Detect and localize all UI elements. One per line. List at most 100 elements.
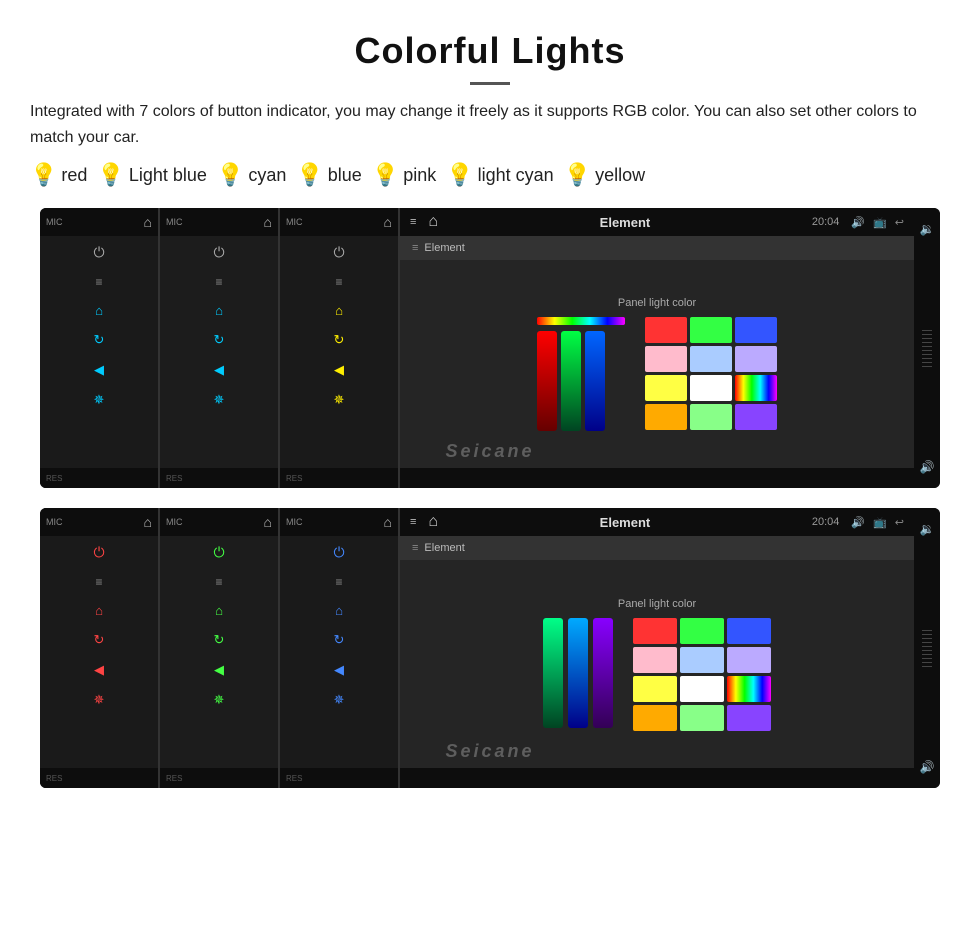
refresh-icon-b1: ↻ xyxy=(94,632,105,648)
res-label-1: RES xyxy=(46,474,62,483)
bcell-rainbow xyxy=(727,676,771,702)
time-display-top: 20:04 xyxy=(812,216,840,228)
mic-label-3: MIC xyxy=(286,217,303,227)
cell-orange xyxy=(645,404,687,430)
res-label-b1: RES xyxy=(46,774,62,783)
back-icon-3: ◀ xyxy=(334,362,344,378)
color-label-yellow: yellow xyxy=(595,165,645,186)
power-icon-b3: ⏻ xyxy=(333,544,344,561)
cell-pink-lt xyxy=(645,346,687,372)
menu-icon-3: ≡ xyxy=(335,275,342,289)
volume-panel-bottom: 🔉 🔊 xyxy=(914,508,940,788)
rotate-icon-top: ↩ xyxy=(895,216,904,229)
power-icon-b1: ⏻ xyxy=(93,544,104,561)
btick xyxy=(922,654,932,655)
btick xyxy=(922,642,932,643)
panel-b3-bottom: RES xyxy=(280,768,398,788)
mic-label-b2: MIC xyxy=(166,517,183,527)
btick xyxy=(922,634,932,635)
display-icon-bottom: 📺 xyxy=(873,516,887,529)
bcell-pink-lt xyxy=(633,647,677,673)
res-label-b2: RES xyxy=(166,774,182,783)
menu-icon-2: ≡ xyxy=(215,275,222,289)
home2-icon-b2: ⌂ xyxy=(215,603,223,618)
mic-label-b1: MIC xyxy=(46,517,63,527)
color-bars-top xyxy=(537,331,625,431)
power-icon-1: ⏻ xyxy=(93,244,104,261)
color-display-body-bottom: Panel light color xyxy=(400,560,914,768)
lightcyan-bulb-icon: 💡 xyxy=(446,162,473,188)
yellow-bulb-icon: 💡 xyxy=(564,162,591,188)
page-wrapper: Colorful Lights Integrated with 7 colors… xyxy=(0,0,980,828)
bcell-yellow xyxy=(633,676,677,702)
vol-ticks-bottom xyxy=(922,630,932,667)
vol-minus-bottom[interactable]: 🔉 xyxy=(920,522,935,536)
panel-1-icons: ⏻ ≡ ⌂ ↻ ◀ ✵ xyxy=(40,236,158,468)
tick xyxy=(922,346,932,347)
panel-b3-icons: ⏻ ≡ ⌂ ↻ ◀ ✵ xyxy=(280,536,398,768)
tick xyxy=(922,366,932,367)
vol-plus-bottom[interactable]: 🔊 xyxy=(920,760,935,774)
panel-2-bottom: RES xyxy=(160,468,278,488)
back-icon-2: ◀ xyxy=(214,362,224,378)
panel-2: MIC ⌂ ⏻ ≡ ⌂ ↻ ◀ ✵ RES xyxy=(160,208,280,488)
status-bar-top: ≡ ⌂ Element 20:04 🔊 📺 ↩ xyxy=(400,208,914,236)
bcell-red xyxy=(633,618,677,644)
volume-panel-top: 🔉 🔊 xyxy=(914,208,940,488)
page-title: Colorful Lights xyxy=(30,30,950,72)
res-label-b3: RES xyxy=(286,774,302,783)
home-icon-b3: ⌂ xyxy=(384,514,392,530)
bt-icon-b1: ✵ xyxy=(94,692,105,708)
hamburger-icon-bottom: ≡ xyxy=(410,516,416,528)
title-section: Colorful Lights xyxy=(30,30,950,85)
cell-lt-green xyxy=(690,404,732,430)
btick xyxy=(922,638,932,639)
cell-purple-lt xyxy=(735,346,777,372)
color-display-body-top: Panel light color xyxy=(400,260,914,468)
home-main-icon-bottom: ⌂ xyxy=(428,513,438,531)
color-item-lightcyan: 💡 light cyan xyxy=(446,162,553,188)
bars-and-rainbow-top xyxy=(537,317,625,431)
btick xyxy=(922,658,932,659)
main-panel-bottom: ≡ ⌂ Element 20:04 🔊 📺 ↩ ≡ Element Panel … xyxy=(400,508,914,788)
color-label-red: red xyxy=(61,165,87,186)
color-bars-bottom xyxy=(543,618,613,728)
color-grid-bottom xyxy=(633,618,771,731)
menu-content-icon-b: ≡ xyxy=(412,542,418,554)
panel-b3-top: MIC ⌂ xyxy=(280,508,398,536)
menu-icon-b1: ≡ xyxy=(95,575,102,589)
cell-yellow xyxy=(645,375,687,401)
element-title-top: Element xyxy=(446,215,804,230)
vol-minus-top[interactable]: 🔉 xyxy=(920,222,935,236)
display-icon-top: 📺 xyxy=(873,216,887,229)
element-title-bottom: Element xyxy=(446,515,804,530)
tick xyxy=(922,330,932,331)
mic-label-b3: MIC xyxy=(286,517,303,527)
panel-2-top: MIC ⌂ xyxy=(160,208,278,236)
color-label-lightblue: Light blue xyxy=(129,165,207,186)
power-icon-2: ⏻ xyxy=(213,244,224,261)
device-row-top: MIC ⌂ ⏻ ≡ ⌂ ↻ ◀ ✵ RES MIC xyxy=(30,208,950,488)
color-label-pink: pink xyxy=(403,165,436,186)
panel-1-top: MIC ⌂ xyxy=(40,208,158,236)
refresh-icon-2: ↻ xyxy=(214,332,225,348)
vol-plus-top[interactable]: 🔊 xyxy=(920,460,935,474)
tick xyxy=(922,354,932,355)
back-icon-1: ◀ xyxy=(94,362,104,378)
tick xyxy=(922,338,932,339)
home-icon-2: ⌂ xyxy=(264,214,272,230)
menu-icon-b3: ≡ xyxy=(335,575,342,589)
btick xyxy=(922,630,932,631)
power-icon-3: ⏻ xyxy=(333,244,344,261)
tick xyxy=(922,334,932,335)
panel-3-bottom: RES xyxy=(280,468,398,488)
color-label-lightcyan: light cyan xyxy=(478,165,554,186)
bcell-orange xyxy=(633,705,677,731)
panel-3-icons: ⏻ ≡ ⌂ ↻ ◀ ✵ xyxy=(280,236,398,468)
bcell-green xyxy=(680,618,724,644)
panel-3: MIC ⌂ ⏻ ≡ ⌂ ↻ ◀ ✵ RES xyxy=(280,208,400,488)
rotate-icon-bottom: ↩ xyxy=(895,516,904,529)
bar-red-top xyxy=(537,331,557,431)
content-header-bottom: ≡ Element xyxy=(400,536,914,560)
tick xyxy=(922,362,932,363)
